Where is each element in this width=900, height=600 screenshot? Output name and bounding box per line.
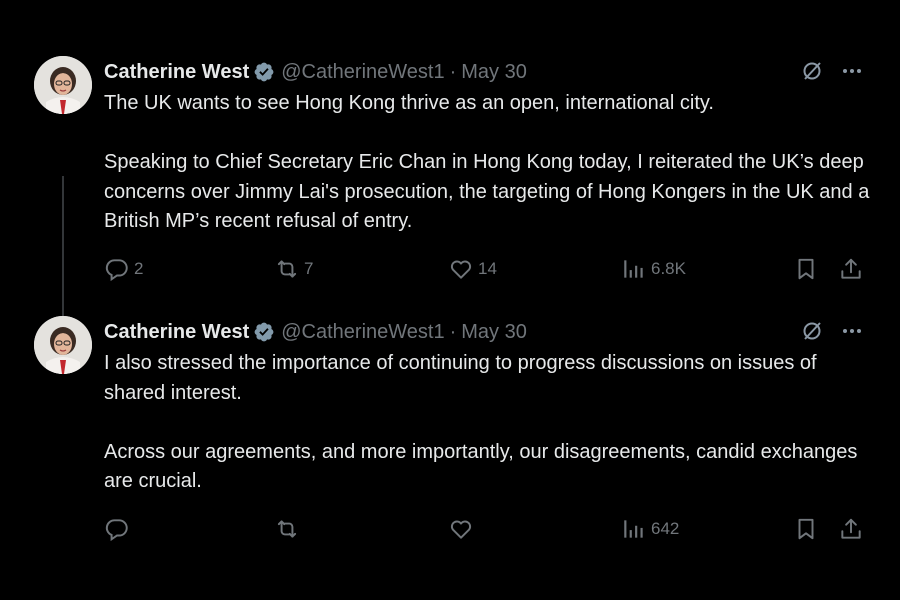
- views-count: 642: [651, 519, 680, 538]
- views-button[interactable]: 6.8K: [621, 255, 686, 283]
- author-handle[interactable]: @CatherineWest1: [281, 321, 444, 344]
- avatar[interactable]: [34, 56, 92, 114]
- tweet-top-icons: [800, 60, 864, 86]
- avatar[interactable]: [34, 316, 92, 374]
- tweet-header: Catherine West @CatherineWest1 · May 30: [104, 58, 527, 86]
- views-button[interactable]: 642: [621, 515, 679, 543]
- separator-dot: ·: [449, 320, 457, 343]
- tweet-date[interactable]: May 30: [461, 61, 527, 84]
- views-icon: [621, 516, 647, 542]
- more-icon[interactable]: [840, 59, 864, 88]
- grok-icon[interactable]: [800, 59, 824, 88]
- tweet-text: I also stressed the importance of contin…: [104, 349, 874, 497]
- verified-badge-icon[interactable]: [253, 61, 275, 83]
- tweet-header: Catherine West @CatherineWest1 · May 30: [104, 318, 527, 346]
- repost-button[interactable]: [274, 515, 304, 543]
- more-icon[interactable]: [840, 319, 864, 348]
- action-bar: 642: [104, 515, 874, 543]
- bookmark-icon: [793, 516, 819, 542]
- like-count: 14: [478, 259, 497, 278]
- tweet-date[interactable]: May 30: [461, 321, 527, 344]
- action-bar: 2 7 14 6.8K: [104, 255, 874, 283]
- tweet-paragraph: I also stressed the importance of contin…: [104, 352, 817, 404]
- separator-dot: ·: [449, 60, 457, 83]
- share-button[interactable]: [838, 515, 864, 543]
- views-icon: [621, 256, 647, 282]
- tweet-paragraph: The UK wants to see Hong Kong thrive as …: [104, 92, 714, 114]
- tweet-paragraph: Across our agreements, and more importan…: [104, 440, 858, 493]
- bookmark-button[interactable]: [793, 515, 819, 543]
- repost-icon: [274, 256, 300, 282]
- reply-button[interactable]: 2: [104, 255, 143, 283]
- bookmark-button[interactable]: [793, 255, 819, 283]
- repost-count: 7: [304, 259, 314, 278]
- like-icon: [448, 516, 474, 542]
- reply-icon: [104, 516, 130, 542]
- tweet-paragraph: Speaking to Chief Secretary Eric Chan in…: [104, 151, 870, 232]
- reply-icon: [104, 256, 130, 282]
- author-handle[interactable]: @CatherineWest1: [281, 61, 444, 84]
- share-icon: [838, 256, 864, 282]
- verified-badge-icon[interactable]: [253, 321, 275, 343]
- tweet-top-icons: [800, 320, 864, 346]
- reply-count: 2: [134, 259, 144, 278]
- author-name[interactable]: Catherine West: [104, 61, 249, 84]
- like-button[interactable]: 14: [448, 255, 497, 283]
- tweet-text: The UK wants to see Hong Kong thrive as …: [104, 89, 874, 237]
- views-count: 6.8K: [651, 259, 686, 278]
- share-icon: [838, 516, 864, 542]
- repost-icon: [274, 516, 300, 542]
- grok-icon[interactable]: [800, 319, 824, 348]
- like-icon: [448, 256, 474, 282]
- share-button[interactable]: [838, 255, 864, 283]
- reply-button[interactable]: [104, 515, 134, 543]
- repost-button[interactable]: 7: [274, 255, 313, 283]
- like-button[interactable]: [448, 515, 478, 543]
- author-name[interactable]: Catherine West: [104, 321, 249, 344]
- bookmark-icon: [793, 256, 819, 282]
